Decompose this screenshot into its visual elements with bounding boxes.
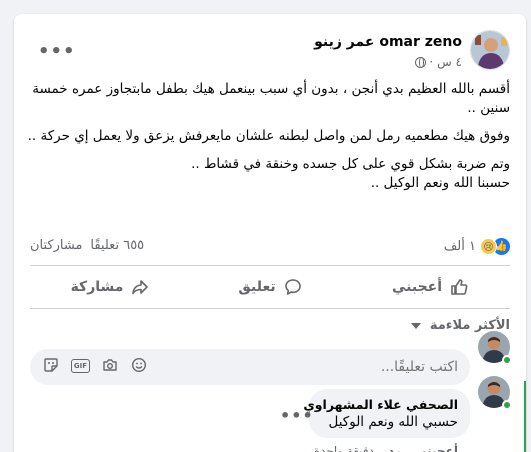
comment-time[interactable]: دقيقة واحدة [314, 444, 374, 452]
reactions-count: ١ ألف [443, 239, 476, 254]
caret-down-icon [411, 322, 422, 329]
post-paragraph: أقسم بالله العظيم بدي أنجن ، بدون أي سبب… [32, 81, 510, 116]
sticker-icon[interactable] [42, 357, 60, 375]
gif-icon[interactable]: GIF [71, 359, 90, 373]
like-button[interactable]: أعجبني [350, 269, 510, 305]
post-body: أقسم بالله العظيم بدي أنجن ، بدون أي سبب… [25, 80, 510, 202]
post-card: ••• omar zeno عمر زينو ٤ س · أقسم بالله … [14, 14, 526, 452]
author-avatar-image [471, 31, 509, 69]
post-paragraph: وتم ضربة بشكل قوي على كل جسده وخنقة في ق… [191, 156, 510, 191]
author-name[interactable]: omar zeno عمر زينو [314, 34, 462, 50]
share-icon [132, 280, 149, 295]
post-options-button[interactable]: ••• [38, 42, 78, 62]
post-stats: 👍 😢 ١ ألف ٦٥٥ تعليقًا مشاركتان [30, 238, 510, 258]
composer-tools: GIF [42, 357, 148, 375]
like-label: أعجبني [391, 279, 443, 295]
post-actions: أعجبني تعليق مشاركة [30, 269, 510, 305]
divider [30, 308, 510, 309]
comment-button[interactable]: تعليق [190, 269, 350, 305]
engagement-counts: ٦٥٥ تعليقًا مشاركتان [30, 238, 144, 253]
comment-composer[interactable]: GIF [30, 349, 470, 385]
author-avatar[interactable] [470, 30, 510, 70]
online-indicator [502, 355, 512, 365]
comment-bubble: الصحفي علاء المشهراوي حسبي الله ونعم الو… [303, 389, 470, 438]
post-paragraph: وفوق هيك مطعميه رمل لمن واصل لبطنه علشان… [27, 128, 510, 144]
reactions-summary[interactable]: 👍 😢 ١ ألف [444, 238, 510, 255]
share-button[interactable]: مشاركة [30, 269, 190, 305]
post-meta: ٤ س · [413, 55, 462, 69]
comment-like-button[interactable]: أعجبني [415, 444, 458, 452]
post-time[interactable]: ٤ س [437, 55, 462, 69]
divider [30, 265, 510, 266]
thumbs-up-icon [451, 279, 468, 295]
thread-line [524, 381, 526, 452]
comment-input[interactable] [298, 349, 458, 385]
sad-icon: 😢 [480, 238, 497, 255]
comment-options-button[interactable]: ••• [280, 406, 314, 425]
comment-actions: أعجبني رد دقيقة واحدة [314, 444, 458, 452]
online-indicator [502, 400, 512, 410]
camera-icon[interactable] [101, 357, 119, 375]
comments-count[interactable]: ٦٥٥ تعليقًا [90, 238, 144, 253]
comment-label: تعليق [238, 279, 276, 295]
comment-icon [284, 279, 301, 295]
comment-reply-button[interactable]: رد [388, 444, 401, 452]
globe-icon [414, 57, 426, 68]
share-label: مشاركة [70, 279, 124, 295]
commenter-name[interactable]: الصحفي علاء المشهراوي [303, 397, 458, 412]
shares-count[interactable]: مشاركتان [30, 238, 82, 253]
comment-text: حسبي الله ونعم الوكيل [328, 414, 459, 430]
emoji-icon[interactable] [130, 357, 148, 375]
